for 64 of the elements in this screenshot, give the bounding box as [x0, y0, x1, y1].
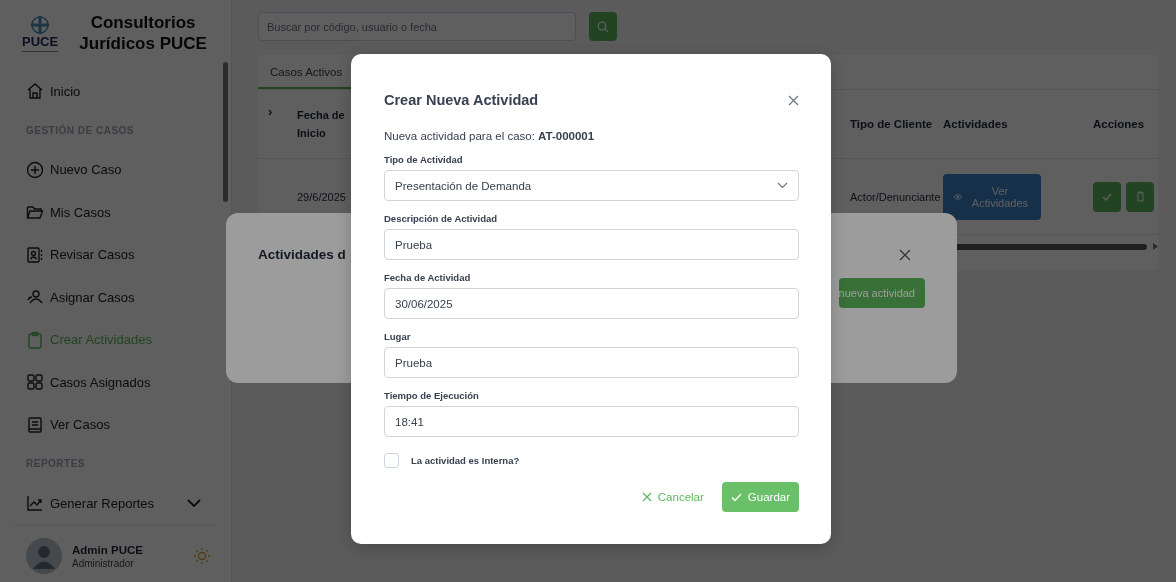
dialog-title: Crear Nueva Actividad	[384, 92, 539, 108]
save-button[interactable]: Guardar	[721, 482, 799, 512]
chevron-down-icon	[777, 182, 788, 189]
contact-card-icon	[26, 245, 44, 264]
avatar	[26, 538, 62, 574]
close-icon	[641, 492, 652, 502]
search-icon	[597, 20, 609, 33]
field-label: Tipo de Actividad	[384, 154, 464, 165]
sun-icon[interactable]	[193, 547, 211, 565]
approve-button[interactable]	[1093, 181, 1121, 212]
close-icon[interactable]	[899, 248, 911, 261]
input-field[interactable]: 18:41	[384, 406, 799, 437]
table-cell-text: Actor/Denunciante	[850, 190, 942, 203]
close-icon[interactable]	[788, 94, 799, 106]
user-name: Admin PUCE	[72, 543, 143, 556]
expand-caret[interactable]: ›	[268, 104, 297, 119]
add-activity-button[interactable]: nueva actividad	[838, 278, 925, 308]
plus-circle-icon	[26, 160, 44, 179]
nav-item[interactable]: Inicio	[26, 70, 231, 113]
column-header: Fecha de Inicio	[297, 108, 346, 141]
folder-icon	[26, 203, 44, 222]
field-label: Descripción de Actividad	[384, 213, 499, 224]
nav-item[interactable]: Nuevo Caso	[26, 148, 231, 191]
nav-item[interactable]: Asignar Casos	[26, 276, 231, 319]
input-field[interactable]: Prueba	[384, 229, 799, 260]
checkbox[interactable]	[384, 453, 399, 468]
book-icon	[26, 415, 44, 434]
nav-item[interactable]: Mis Casos	[26, 191, 231, 234]
view-activities-button[interactable]: Ver Actividades	[943, 173, 1041, 220]
table-cell-text: 29/6/2025	[297, 190, 347, 203]
nav-item[interactable]: Crear Actividades	[26, 318, 231, 361]
home-icon	[26, 82, 44, 101]
column-header: Acciones	[1093, 118, 1146, 130]
check-icon	[730, 492, 742, 502]
dialog-title: Actividades d	[258, 247, 346, 262]
nav-item[interactable]: Generar Reportes	[26, 482, 231, 525]
trash-icon	[1135, 191, 1145, 202]
field-label: Tiempo de Ejecución	[384, 390, 480, 401]
check-icon	[1102, 192, 1112, 201]
user-role: Administrador	[72, 557, 135, 569]
checkbox-label: La actividad es Interna?	[411, 455, 520, 466]
nav-item[interactable]: Revisar Casos	[26, 233, 231, 276]
brand-title: Consultorios Jurídicos PUCE	[78, 12, 208, 54]
clipboard-icon	[26, 330, 44, 349]
grid-icon	[26, 373, 44, 392]
eye-icon	[953, 191, 963, 202]
select-field[interactable]: Presentación de Demanda	[384, 170, 799, 201]
delete-button[interactable]	[1126, 181, 1154, 212]
chevron-down-icon	[186, 498, 203, 509]
dialog-subtitle: Nueva actividad para el caso: AT-000001	[384, 130, 596, 142]
logo-text: PUCE	[22, 34, 59, 48]
field-label: Lugar	[384, 331, 412, 342]
cross-emblem-icon	[29, 14, 52, 35]
cancel-button[interactable]: Cancelar	[637, 482, 708, 512]
nav-item[interactable]: Ver Casos	[26, 403, 231, 446]
input-field[interactable]: Prueba	[384, 347, 799, 378]
field-label: Fecha de Actividad	[384, 272, 472, 283]
arrow-right-icon[interactable]	[1153, 243, 1158, 250]
chart-icon	[26, 494, 44, 513]
input-field[interactable]: 30/06/2025	[384, 288, 799, 319]
search-button[interactable]	[589, 12, 617, 41]
column-header: Tipo de Cliente	[850, 118, 934, 130]
column-header: Actividades	[943, 118, 1009, 130]
nav-item[interactable]: Casos Asignados	[26, 361, 231, 404]
